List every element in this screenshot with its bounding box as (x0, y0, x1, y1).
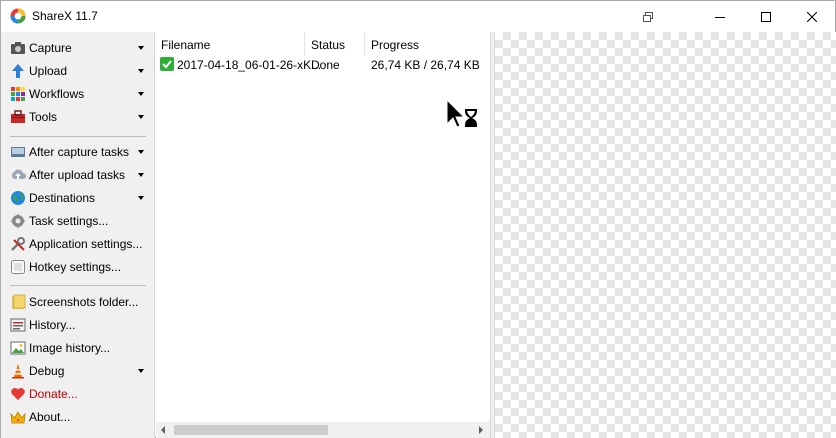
menu-label: Workflows (29, 87, 85, 101)
cell-filename: 2017-04-18_06-01-26-xK... (177, 58, 322, 72)
menu-label: About... (29, 410, 71, 424)
menu-history[interactable]: History... (1, 314, 155, 336)
menu-label: Destinations (29, 191, 96, 205)
minimize-icon (715, 16, 725, 18)
keyboard-key-icon (11, 260, 25, 274)
maximize-icon (761, 11, 771, 22)
column-header-status[interactable]: Status (311, 38, 345, 52)
menu-separator (10, 285, 146, 286)
chevron-down-icon (138, 173, 144, 177)
sharex-logo-icon (10, 8, 26, 24)
menu-label: Task settings... (29, 214, 109, 228)
image-history-icon (10, 341, 26, 355)
menu-label: After upload tasks (29, 168, 126, 182)
scrollbar-thumb[interactable] (174, 425, 328, 435)
menu-task-settings[interactable]: Task settings... (1, 210, 155, 232)
history-icon (10, 318, 26, 332)
wrench-screwdriver-icon (11, 237, 25, 251)
menu-donate[interactable]: Donate... (1, 383, 155, 405)
menu-image-history[interactable]: Image history... (1, 337, 155, 359)
image-preview (495, 32, 836, 438)
after-upload-icon (11, 169, 26, 179)
menu-label: Image history... (29, 341, 111, 355)
menu-tools[interactable]: Tools (1, 106, 155, 128)
column-divider[interactable] (304, 32, 305, 56)
menu-label: Debug (29, 364, 65, 378)
menu-label: Upload (29, 64, 68, 78)
title-bar: ShareX 11.7 (1, 1, 835, 32)
chevron-down-icon (138, 69, 144, 73)
menu-screenshots-folder[interactable]: Screenshots folder... (1, 291, 155, 313)
done-check-icon (160, 57, 174, 71)
close-icon (807, 11, 817, 22)
menu-application-settings[interactable]: Application settings... (1, 233, 155, 255)
column-divider[interactable] (364, 32, 365, 56)
chevron-down-icon (138, 196, 144, 200)
window-title: ShareX 11.7 (32, 9, 98, 23)
menu-workflows[interactable]: Workflows (1, 83, 155, 105)
maximize-button[interactable] (743, 1, 789, 32)
chevron-down-icon (138, 115, 144, 119)
crown-icon (10, 411, 26, 424)
heart-icon (11, 388, 25, 400)
horizontal-scrollbar[interactable] (156, 422, 490, 438)
menu-label: After capture tasks (29, 145, 130, 159)
table-row[interactable]: 2017-04-18_06-01-26-xK... Done 26,74 KB … (156, 56, 490, 74)
minimize-button[interactable] (697, 1, 743, 32)
busy-cursor-icon (446, 99, 477, 128)
menu-upload[interactable]: Upload (1, 60, 155, 82)
upload-icon (12, 64, 24, 78)
destinations-icon (11, 191, 25, 205)
menu-hotkey-settings[interactable]: Hotkey settings... (1, 256, 155, 278)
column-header-filename[interactable]: Filename (161, 38, 210, 52)
menu-about[interactable]: About... (1, 406, 155, 428)
restore-layout-button[interactable] (625, 1, 671, 32)
gear-icon (10, 213, 26, 229)
main-menu: Capture Upload Workflows Tools After cap… (1, 32, 155, 438)
capture-icon (11, 42, 25, 54)
menu-label: History... (29, 318, 76, 332)
scroll-right-icon[interactable] (479, 426, 483, 434)
cell-status: Done (311, 58, 340, 72)
tools-icon (11, 110, 25, 123)
cell-progress: 26,74 KB / 26,74 KB (371, 58, 480, 72)
menu-label: Hotkey settings... (29, 260, 122, 274)
chevron-down-icon (138, 150, 144, 154)
check-mark-glyph (162, 60, 172, 69)
menu-after-upload-tasks[interactable]: After upload tasks (1, 164, 155, 186)
folder-icon (12, 294, 26, 309)
menu-separator (10, 136, 146, 137)
close-button[interactable] (789, 1, 835, 32)
menu-label: Donate... (29, 387, 78, 401)
menu-destinations[interactable]: Destinations (1, 187, 155, 209)
chevron-down-icon (138, 369, 144, 373)
scroll-left-icon[interactable] (161, 426, 165, 434)
menu-capture[interactable]: Capture (1, 37, 155, 59)
sharex-window: ShareX 11.7 Capture Upload Workflows Too… (0, 0, 836, 438)
menu-label: Capture (29, 41, 72, 55)
menu-after-capture-tasks[interactable]: After capture tasks (1, 141, 155, 163)
task-list: Filename Status Progress 2017-04-18_06-0… (156, 32, 490, 438)
menu-label: Tools (29, 110, 58, 124)
menu-debug[interactable]: Debug (1, 360, 155, 382)
chevron-down-icon (138, 92, 144, 96)
menu-label: Application settings... (29, 237, 143, 251)
chevron-down-icon (138, 46, 144, 50)
overlap-icon (643, 11, 653, 22)
list-header: Filename Status Progress (156, 32, 490, 56)
menu-label: Screenshots folder... (29, 295, 139, 309)
workflows-icon (11, 87, 25, 101)
traffic-cone-icon (12, 364, 24, 379)
after-capture-icon (11, 147, 25, 157)
column-header-progress[interactable]: Progress (371, 38, 419, 52)
